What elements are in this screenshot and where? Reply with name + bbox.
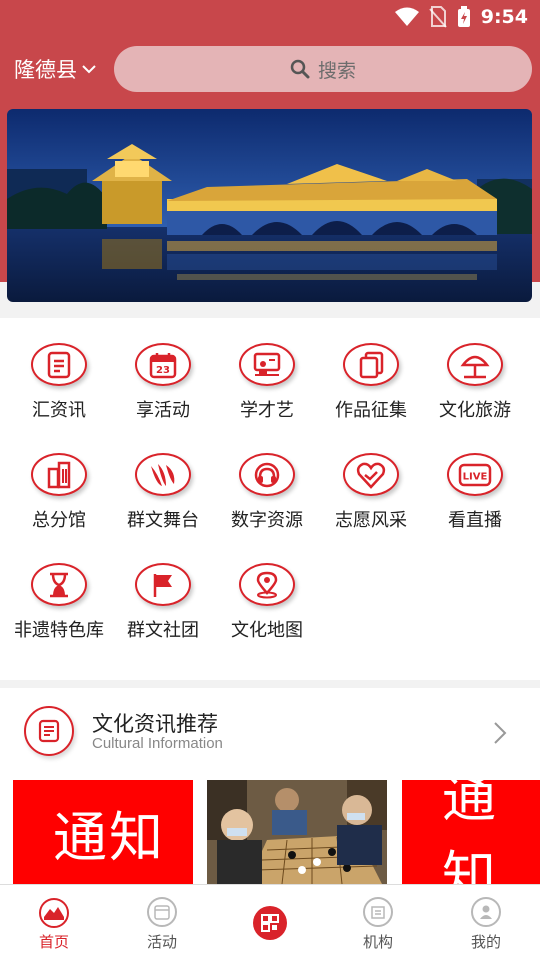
news-card-photo[interactable] bbox=[207, 780, 387, 884]
news-card-text: 通知 bbox=[53, 805, 165, 869]
grid-item-stage[interactable]: 群文舞台 bbox=[111, 428, 215, 532]
headset-icon bbox=[254, 462, 280, 487]
grid-item-news[interactable]: 汇资讯 bbox=[7, 318, 111, 422]
go-game-photo bbox=[207, 780, 387, 884]
scan-qr-icon bbox=[253, 906, 287, 940]
building-icon bbox=[47, 461, 71, 488]
svg-text:LIVE: LIVE bbox=[463, 471, 488, 482]
grid-label: 群文社团 bbox=[127, 620, 199, 641]
grid-label: 看直播 bbox=[448, 510, 502, 531]
status-time: 9:54 bbox=[480, 6, 528, 28]
flag-icon bbox=[153, 573, 172, 597]
files-icon bbox=[359, 351, 384, 378]
chevron-right-icon bbox=[494, 722, 507, 744]
tab-label: 我的 bbox=[470, 933, 501, 951]
grid-label: 志愿风采 bbox=[335, 510, 407, 531]
no-sim-icon bbox=[428, 6, 447, 28]
profile-icon bbox=[471, 897, 501, 927]
umbrella-icon bbox=[460, 355, 490, 378]
grid-label: 文化旅游 bbox=[439, 400, 511, 421]
tab-scan[interactable] bbox=[216, 885, 324, 960]
banner-image[interactable] bbox=[7, 109, 532, 302]
grid-label: 作品征集 bbox=[335, 400, 407, 421]
function-grid: 汇资讯 23 享活动 学才艺 作品征集 文化旅游 总分馆 群文舞台 数字资源 志… bbox=[0, 318, 540, 680]
grid-item-heritage[interactable]: 非遗特色库 bbox=[7, 538, 111, 642]
search-placeholder: 搜索 bbox=[317, 59, 356, 82]
grid-label: 非遗特色库 bbox=[14, 620, 104, 641]
grid-label: 群文舞台 bbox=[127, 510, 199, 531]
handshake-heart-icon bbox=[356, 462, 386, 489]
top-bar: 隆德县 搜索 bbox=[0, 44, 540, 94]
search-icon bbox=[290, 59, 310, 79]
tab-home[interactable]: 首页 bbox=[0, 885, 108, 960]
battery-charging-icon bbox=[457, 6, 470, 27]
grid-label: 数字资源 bbox=[231, 510, 303, 531]
document-icon bbox=[38, 719, 60, 743]
svg-text:23: 23 bbox=[156, 365, 170, 376]
hourglass-icon bbox=[50, 572, 68, 597]
classroom-icon bbox=[253, 352, 281, 376]
section-header[interactable]: 文化资讯推荐 Cultural Information bbox=[0, 688, 540, 778]
grid-item-branches[interactable]: 总分馆 bbox=[7, 428, 111, 532]
calendar-icon: 23 bbox=[149, 352, 177, 378]
activity-icon bbox=[147, 897, 177, 927]
news-card-text: 通知 bbox=[442, 780, 498, 884]
grid-item-works-collection[interactable]: 作品征集 bbox=[319, 318, 423, 422]
news-card[interactable]: 通知 bbox=[13, 780, 193, 884]
tab-label: 首页 bbox=[38, 933, 69, 951]
news-card[interactable]: 通知 bbox=[402, 780, 540, 884]
grid-label: 享活动 bbox=[136, 400, 190, 421]
grid-item-activities[interactable]: 23 享活动 bbox=[111, 318, 215, 422]
document-icon bbox=[47, 351, 71, 378]
live-icon: LIVE bbox=[458, 463, 492, 486]
grid-label: 总分馆 bbox=[32, 510, 86, 531]
stage-icon bbox=[151, 463, 175, 486]
tab-label: 机构 bbox=[362, 933, 393, 951]
grid-item-culture-map[interactable]: 文化地图 bbox=[215, 538, 319, 642]
status-bar: 9:54 bbox=[0, 0, 540, 36]
home-icon bbox=[39, 898, 69, 928]
search-bar[interactable]: 搜索 bbox=[114, 46, 532, 92]
bottom-tab-bar: 首页 活动 机构 我的 bbox=[0, 884, 540, 960]
location-selector[interactable]: 隆德县 bbox=[14, 54, 97, 84]
section-icon bbox=[24, 706, 74, 756]
grid-label: 学才艺 bbox=[240, 400, 294, 421]
section-title: 文化资讯推荐 bbox=[92, 712, 218, 736]
tab-organizations[interactable]: 机构 bbox=[324, 885, 432, 960]
grid-item-live[interactable]: LIVE 看直播 bbox=[423, 428, 527, 532]
grid-item-digital-resources[interactable]: 数字资源 bbox=[215, 428, 319, 532]
grid-item-clubs[interactable]: 群文社团 bbox=[111, 538, 215, 642]
chevron-down-icon bbox=[82, 65, 96, 74]
banner-bridge-illustration bbox=[7, 109, 532, 302]
organization-icon bbox=[363, 897, 393, 927]
cultural-info-section: 文化资讯推荐 Cultural Information 通知 通知 bbox=[0, 688, 540, 884]
map-pin-icon bbox=[256, 571, 278, 598]
tab-activities[interactable]: 活动 bbox=[108, 885, 216, 960]
grid-item-learn-arts[interactable]: 学才艺 bbox=[215, 318, 319, 422]
section-subtitle: Cultural Information bbox=[92, 735, 223, 752]
tab-label: 活动 bbox=[146, 933, 177, 951]
tab-profile[interactable]: 我的 bbox=[432, 885, 540, 960]
grid-item-culture-tourism[interactable]: 文化旅游 bbox=[423, 318, 527, 422]
grid-label: 汇资讯 bbox=[32, 400, 86, 421]
grid-label: 文化地图 bbox=[231, 620, 303, 641]
grid-item-volunteers[interactable]: 志愿风采 bbox=[319, 428, 423, 532]
wifi-icon bbox=[394, 7, 419, 26]
location-label: 隆德县 bbox=[14, 58, 77, 82]
